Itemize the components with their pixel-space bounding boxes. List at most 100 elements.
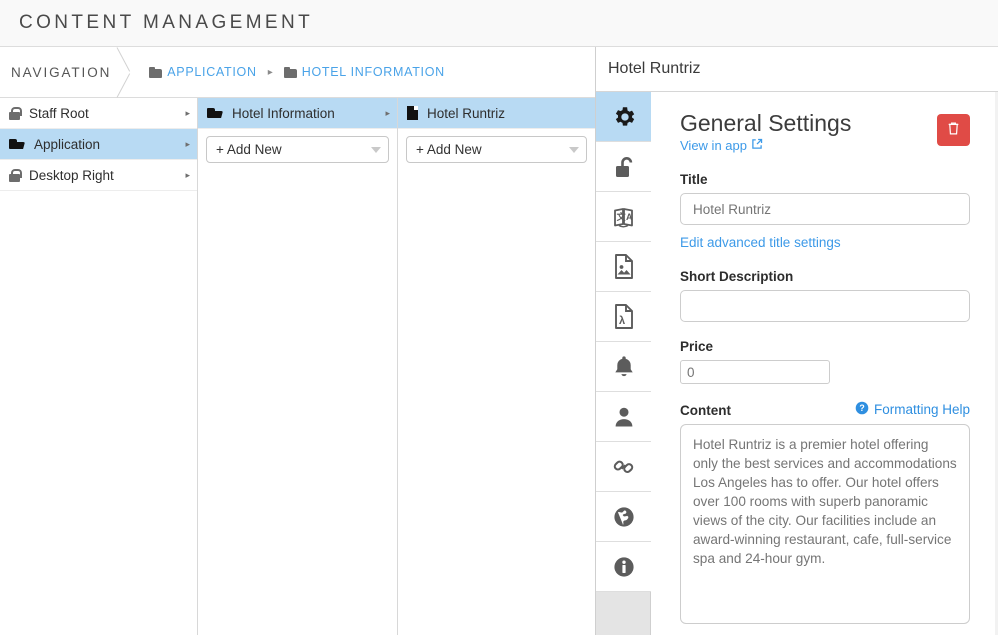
content-management-app: CONTENT MANAGEMENT NAVIGATION APPLICATIO… — [0, 0, 998, 635]
content-label: Content — [680, 403, 731, 419]
field-content: Content ? Formatting Help — [680, 401, 970, 629]
formatting-help-link[interactable]: ? Formatting Help — [855, 401, 970, 418]
field-title: Title Edit advanced title settings — [680, 172, 970, 252]
rail-tab-languages[interactable] — [596, 492, 651, 542]
breadcrumb-items: APPLICATION ▸ HOTEL INFORMATION — [149, 65, 445, 79]
short-description-input[interactable] — [680, 290, 970, 323]
breadcrumb-item-application[interactable]: APPLICATION — [149, 65, 256, 79]
app-header: CONTENT MANAGEMENT — [0, 0, 998, 47]
external-link-icon — [751, 138, 763, 153]
settings-header: General Settings View in app — [680, 110, 970, 155]
chevron-down-icon — [569, 146, 579, 153]
unlock-icon — [612, 154, 636, 180]
edit-advanced-title-settings-link[interactable]: Edit advanced title settings — [680, 235, 841, 250]
column-hotel-runtriz: Hotel Runtriz + Add New — [398, 98, 595, 635]
page-title: CONTENT MANAGEMENT — [19, 12, 314, 33]
info-icon — [611, 554, 637, 580]
link-icon — [611, 454, 637, 480]
folder-open-icon — [9, 138, 25, 150]
globe-icon — [611, 504, 637, 530]
sidebar-item-label: Staff Root — [29, 105, 89, 121]
price-input[interactable] — [680, 360, 830, 385]
rail-tab-users[interactable] — [596, 392, 651, 442]
title-label: Title — [680, 172, 708, 188]
section-title: General Settings — [680, 110, 852, 136]
rail-tab-links[interactable] — [596, 442, 651, 492]
rail-tab-notifications[interactable] — [596, 342, 651, 392]
svg-text:文: 文 — [615, 211, 626, 222]
translate-icon: 文 A — [611, 204, 637, 230]
rail-tab-gear[interactable] — [596, 92, 651, 142]
list-item-label: Hotel Information — [232, 105, 335, 121]
price-label: Price — [680, 339, 714, 355]
folder-icon — [283, 66, 297, 78]
column-navigation: Staff Root ▸ Application ▸ Desktop Right… — [0, 98, 198, 635]
short-description-label: Short Description — [680, 269, 794, 285]
formatting-help-label: Formatting Help — [873, 402, 970, 418]
column-hotel-information: Hotel Information ▸ + Add New — [198, 98, 398, 635]
sidebar-item-staff-root[interactable]: Staff Root ▸ — [0, 98, 197, 129]
view-in-app-link[interactable]: View in app — [680, 138, 763, 153]
svg-text:A: A — [626, 212, 633, 222]
chevron-right-icon: ▸ — [385, 107, 390, 118]
chevron-right-icon: ▸ — [185, 138, 190, 149]
detail-panel-body: 文 A λ General Settings View in app Title… — [596, 92, 998, 635]
add-new-dropdown-hotel-information[interactable]: + Add New — [206, 136, 389, 163]
view-in-app-label: View in app — [680, 138, 747, 154]
trash-icon — [947, 121, 960, 139]
breadcrumb: NAVIGATION APPLICATION ▸ HOTEL INFORMATI… — [0, 47, 595, 98]
lock-icon — [9, 168, 22, 182]
sidebar-item-desktop-right[interactable]: Desktop Right ▸ — [0, 160, 197, 191]
sidebar-item-application[interactable]: Application ▸ — [0, 129, 197, 160]
column-browser: Staff Root ▸ Application ▸ Desktop Right… — [0, 98, 595, 635]
file-icon — [407, 106, 418, 120]
chevron-down-icon — [371, 146, 381, 153]
chevron-right-icon: ▸ — [185, 169, 190, 180]
settings-header-text: General Settings View in app — [680, 110, 851, 155]
breadcrumb-item-label: APPLICATION — [167, 65, 257, 79]
rail-tab-info[interactable] — [596, 542, 651, 592]
svg-text:λ: λ — [619, 315, 625, 327]
folder-icon — [149, 66, 163, 78]
folder-open-icon — [207, 107, 223, 119]
add-new-wrapper: + Add New — [398, 129, 595, 163]
left-pane: NAVIGATION APPLICATION ▸ HOTEL INFORMATI… — [0, 47, 596, 635]
image-file-icon — [612, 253, 636, 280]
help-circle-icon: ? — [855, 401, 869, 418]
title-input[interactable] — [680, 193, 970, 226]
general-settings-form: General Settings View in app Title Hotel… — [651, 92, 998, 635]
user-icon — [612, 404, 636, 430]
field-price: Price — [680, 339, 970, 385]
svg-text:?: ? — [859, 404, 864, 414]
rail-tab-translations[interactable]: 文 A — [596, 192, 651, 242]
add-new-label: + Add New — [416, 142, 482, 157]
delete-button[interactable] — [937, 114, 970, 146]
content-label-row: Content ? Formatting Help — [680, 401, 970, 418]
add-new-wrapper: + Add New — [198, 129, 397, 163]
pdf-file-icon: λ — [612, 303, 636, 330]
body-split: NAVIGATION APPLICATION ▸ HOTEL INFORMATI… — [0, 47, 998, 635]
gear-icon — [611, 104, 637, 130]
list-item-label: Hotel Runtriz — [427, 105, 506, 121]
breadcrumb-item-label: HOTEL INFORMATION — [301, 65, 445, 79]
add-new-dropdown-hotel-runtriz[interactable]: + Add New — [406, 136, 587, 163]
content-textarea[interactable] — [680, 424, 970, 625]
list-item-hotel-runtriz[interactable]: Hotel Runtriz — [398, 98, 595, 129]
breadcrumb-separator-icon: ▸ — [267, 66, 273, 78]
breadcrumb-item-hotel-information[interactable]: HOTEL INFORMATION — [283, 65, 445, 79]
rail-tab-documents[interactable]: λ — [596, 292, 651, 342]
field-short-description: Short Description — [680, 269, 970, 323]
sidebar-item-label: Desktop Right — [29, 167, 114, 183]
rail-tab-images[interactable] — [596, 242, 651, 292]
lock-icon — [9, 106, 22, 120]
chevron-right-icon: ▸ — [185, 107, 190, 118]
breadcrumb-nav-label: NAVIGATION — [11, 64, 112, 80]
icon-rail: 文 A λ — [596, 92, 651, 635]
detail-panel-title: Hotel Runtriz — [596, 47, 998, 92]
sidebar-item-label: Application — [34, 136, 101, 152]
right-pane: Hotel Runtriz 文 A λ General Settings Vie… — [596, 47, 998, 635]
bell-icon — [612, 354, 636, 380]
list-item-hotel-information[interactable]: Hotel Information ▸ — [198, 98, 397, 129]
breadcrumb-chevron-icon — [117, 47, 143, 98]
rail-tab-permissions[interactable] — [596, 142, 651, 192]
